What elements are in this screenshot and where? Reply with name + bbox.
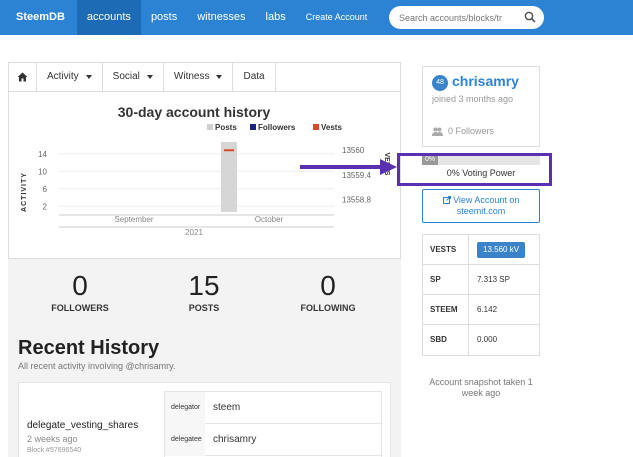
followers-count-value: 0 <box>72 270 88 301</box>
users-icon <box>432 127 443 136</box>
followers-count[interactable]: 0 FOLLOWERS <box>20 270 140 314</box>
page: SteemDB accounts posts witnesses labs Cr… <box>0 0 633 457</box>
home-icon <box>17 72 28 82</box>
annotation-arrow-icon <box>300 159 397 175</box>
profile-followers: 0 Followers <box>432 126 494 136</box>
y-tick-left: 2 <box>43 202 48 211</box>
y-tick-left: 6 <box>43 185 48 194</box>
stat-key: STEEM <box>423 295 469 325</box>
profile-joined: joined 3 months ago <box>432 94 514 104</box>
operation-details-table: delegator steem delegatee chrisamry <box>164 391 382 457</box>
account-tabs: Activity Social Witness Data <box>8 62 401 92</box>
stat-value: 7.313 SP <box>477 275 510 284</box>
stat-row-steem: STEEM 6.142 <box>423 295 539 325</box>
search-icon[interactable] <box>524 11 536 23</box>
nav-create-account[interactable]: Create Account <box>296 0 378 35</box>
detail-value[interactable]: steem <box>213 392 240 424</box>
legend-swatch <box>250 124 256 130</box>
legend-label: Posts <box>215 123 237 132</box>
profile-username[interactable]: chrisamry <box>452 73 519 89</box>
following-count[interactable]: 0 FOLLOWING <box>268 270 388 314</box>
recent-history-section: Recent History All recent activity invol… <box>8 331 401 457</box>
search-input[interactable] <box>399 12 523 23</box>
brand-logo[interactable]: SteemDB <box>0 0 77 35</box>
search-box <box>389 6 544 29</box>
tab-activity[interactable]: Activity <box>37 63 103 91</box>
account-counts: 0 FOLLOWERS 15 POSTS 0 FOLLOWING <box>8 259 401 331</box>
stat-key: VESTS <box>423 235 469 265</box>
view-on-steemit-button[interactable]: View Account on steemit.com <box>422 189 540 223</box>
y-tick-right: 13558.8 <box>342 196 371 205</box>
x-year-label: 2021 <box>185 228 203 237</box>
tab-witness-label: Witness <box>173 71 210 82</box>
following-count-value: 0 <box>320 270 336 301</box>
caret-down-icon <box>216 75 223 79</box>
view-on-steemit-label: View Account on steemit.com <box>453 195 520 216</box>
tab-activity-label: Activity <box>47 71 79 82</box>
external-link-icon <box>442 196 451 204</box>
caret-down-icon <box>85 75 92 79</box>
legend-label: Followers <box>258 123 296 132</box>
annotation-highlight-box <box>397 153 552 186</box>
stat-value: 0.000 <box>477 335 498 344</box>
tab-home[interactable] <box>9 63 37 91</box>
nav-posts[interactable]: posts <box>141 0 187 35</box>
y-tick-left: 14 <box>38 150 47 159</box>
x-tick: October <box>255 215 284 224</box>
followers-count-label: FOLLOWERS <box>51 303 109 313</box>
operation-name: delegate_vesting_shares <box>27 420 139 431</box>
stat-row-sp: SP 7.313 SP <box>423 265 539 295</box>
stat-key: SBD <box>423 325 469 355</box>
profile-followers-text: 0 Followers <box>448 126 495 136</box>
tab-data[interactable]: Data <box>233 63 276 91</box>
recent-history-title: Recent History <box>18 337 160 359</box>
detail-key: delegator <box>165 392 205 424</box>
following-count-label: FOLLOWING <box>300 303 356 313</box>
nav-labs[interactable]: labs <box>256 0 296 35</box>
reputation-badge: 48 <box>432 75 448 91</box>
stat-value: 6.142 <box>477 305 498 314</box>
legend-label: Vests <box>321 123 342 132</box>
posts-count-label: POSTS <box>188 303 220 313</box>
operation-block[interactable]: Block #57696540 <box>27 447 81 454</box>
profile-card: 48 chrisamry joined 3 months ago 0 Follo… <box>422 66 540 147</box>
stat-key: SP <box>423 265 469 295</box>
tab-data-label: Data <box>243 71 265 82</box>
legend-swatch <box>207 124 213 130</box>
history-entry: delegate_vesting_shares 2 weeks ago Bloc… <box>18 382 391 457</box>
tab-social[interactable]: Social <box>103 63 164 91</box>
y-tick-left: 10 <box>38 167 47 176</box>
stat-row-sbd: SBD 0.000 <box>423 325 539 355</box>
caret-down-icon <box>146 75 153 79</box>
snapshot-note: Account snapshot taken 1 week ago <box>429 377 533 398</box>
operation-detail-row: delegator steem <box>165 392 381 424</box>
posts-count[interactable]: 15 POSTS <box>144 270 264 314</box>
account-stats-table: VESTS 13.560 kV SP 7.313 SP STEEM 6.142 … <box>422 234 540 356</box>
tab-social-label: Social <box>112 71 140 82</box>
x-tick: September <box>114 215 153 224</box>
y-tick-right: 13560 <box>342 146 365 155</box>
operation-time: 2 weeks ago <box>27 434 78 444</box>
detail-value[interactable]: chrisamry <box>213 424 256 456</box>
nav-witnesses[interactable]: witnesses <box>187 0 255 35</box>
posts-bar <box>221 142 237 212</box>
stat-row-vests: VESTS 13.560 kV <box>423 235 539 265</box>
y-axis-label-left: ACTIVITY <box>21 172 28 212</box>
legend-swatch <box>313 124 319 130</box>
posts-count-value: 15 <box>188 270 220 301</box>
operation-detail-row: delegatee chrisamry <box>165 424 381 456</box>
tab-witness[interactable]: Witness <box>164 63 234 91</box>
nav-accounts[interactable]: accounts <box>76 0 141 35</box>
top-navbar: SteemDB accounts posts witnesses labs Cr… <box>0 0 633 35</box>
recent-history-subtitle: All recent activity involving @chrisamry… <box>18 361 176 371</box>
detail-key: delegatee <box>165 424 205 456</box>
stat-badge: 13.560 kV <box>477 242 526 258</box>
